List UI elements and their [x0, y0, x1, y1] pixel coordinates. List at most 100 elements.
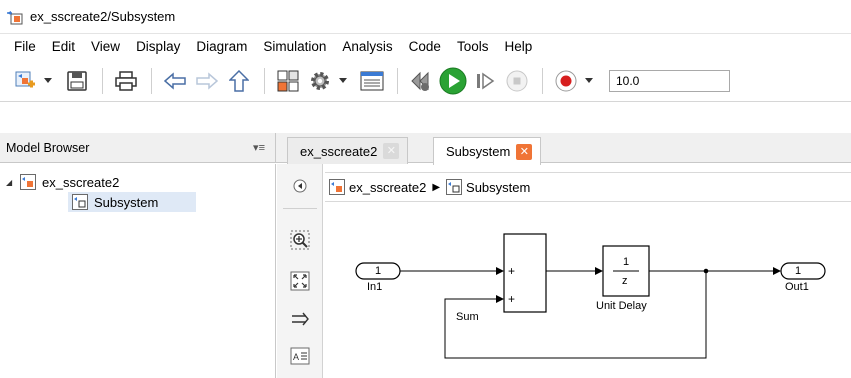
- annotation-button[interactable]: A: [288, 344, 312, 368]
- arrow-left-icon: [164, 71, 186, 90]
- expanded-triangle-icon[interactable]: ◢: [6, 178, 20, 187]
- breadcrumb-root-label: ex_sscreate2: [349, 179, 427, 195]
- hide-browser-button[interactable]: [288, 174, 312, 198]
- arrow-up-icon: [229, 69, 249, 92]
- subsystem-icon: [72, 194, 88, 210]
- route-lines-button[interactable]: [288, 307, 312, 331]
- inport-name: In1: [367, 281, 383, 293]
- menu-help[interactable]: Help: [496, 34, 540, 60]
- tree-item-ex-sscreate2[interactable]: ◢ ex_sscreate2: [6, 172, 119, 192]
- step-forward-button[interactable]: [470, 66, 500, 96]
- window-title: ex_sscreate2/Subsystem: [30, 9, 176, 24]
- model-explorer-icon: [360, 71, 384, 90]
- printer-icon: [115, 70, 137, 91]
- tab-subsystem[interactable]: Subsystem ✕: [433, 137, 542, 165]
- back-button[interactable]: [160, 66, 190, 96]
- toolbar-separator: [397, 67, 398, 94]
- run-button[interactable]: [438, 66, 468, 96]
- menu-diagram[interactable]: Diagram: [188, 34, 255, 60]
- menu-analysis[interactable]: Analysis: [334, 34, 400, 60]
- toolbar: [0, 60, 851, 102]
- outport-name: Out1: [785, 281, 809, 293]
- collapse-left-icon: [293, 179, 307, 193]
- record-button[interactable]: [551, 66, 581, 96]
- subsystem-icon: [446, 179, 463, 195]
- delay-numerator: 1: [623, 256, 630, 268]
- up-button[interactable]: [224, 66, 254, 96]
- model-settings-button[interactable]: [305, 66, 335, 96]
- library-browser-button[interactable]: [273, 66, 303, 96]
- close-icon[interactable]: ✕: [516, 143, 533, 160]
- breadcrumb: ex_sscreate2 ▶ Subsystem: [325, 172, 851, 202]
- toolbar-separator: [264, 67, 265, 94]
- save-button[interactable]: [62, 66, 92, 96]
- inport-number: 1: [375, 265, 382, 277]
- outport-block[interactable]: [780, 262, 826, 280]
- annotation-icon: A: [290, 347, 310, 365]
- sum-name: Sum: [456, 311, 479, 323]
- settings-dropdown-arrow[interactable]: [337, 66, 349, 96]
- stop-button[interactable]: [502, 66, 532, 96]
- stop-time-field[interactable]: [609, 69, 730, 92]
- palette-toolbar: A: [277, 164, 323, 378]
- new-dropdown-arrow[interactable]: [42, 66, 54, 96]
- print-button[interactable]: [111, 66, 141, 96]
- stop-icon: [506, 70, 528, 91]
- record-dropdown-arrow[interactable]: [583, 66, 595, 96]
- chevron-down-icon: [339, 78, 347, 83]
- title-bar: ex_sscreate2/Subsystem: [0, 0, 851, 34]
- tab-label: ex_sscreate2: [300, 143, 378, 159]
- close-icon[interactable]: ✕: [383, 143, 400, 159]
- menu-view[interactable]: View: [83, 34, 128, 60]
- model-browser-tree: ◢ ex_sscreate2 Subsystem: [0, 164, 276, 378]
- new-model-button[interactable]: [10, 66, 40, 96]
- library-browser-icon: [277, 70, 299, 91]
- menu-tools[interactable]: Tools: [449, 34, 497, 60]
- chevron-down-icon: [44, 78, 52, 83]
- zoom-button[interactable]: [288, 228, 312, 252]
- tab-row: Model Browser ▾≡ ex_sscreate2 ✕ Subsyste…: [0, 133, 851, 165]
- model-icon: [329, 179, 345, 195]
- tree-item-label: Subsystem: [94, 194, 159, 210]
- forward-button[interactable]: [192, 66, 222, 96]
- breadcrumb-separator: ▶: [432, 181, 441, 193]
- menu-file[interactable]: File: [6, 34, 44, 60]
- menu-code[interactable]: Code: [401, 34, 449, 60]
- step-back-button[interactable]: [406, 66, 436, 96]
- play-icon: [439, 67, 467, 94]
- menu-simulation[interactable]: Simulation: [255, 34, 334, 60]
- save-icon: [67, 70, 87, 91]
- arrow-right-icon: [196, 71, 218, 90]
- delay-denominator: z: [622, 275, 628, 287]
- model-explorer-button[interactable]: [357, 66, 387, 96]
- palette-divider: [283, 208, 317, 209]
- tree-item-subsystem[interactable]: Subsystem: [68, 192, 196, 212]
- tree-item-label: ex_sscreate2: [42, 174, 120, 190]
- simulink-model-icon: [6, 8, 24, 26]
- breadcrumb-current-label: Subsystem: [466, 179, 531, 195]
- tab-label: Subsystem: [446, 144, 511, 159]
- model-icon: [20, 174, 36, 190]
- tab-ex-sscreate2[interactable]: ex_sscreate2 ✕: [287, 137, 409, 164]
- toolbar-separator: [102, 67, 103, 94]
- menu-edit[interactable]: Edit: [44, 34, 83, 60]
- fit-to-view-button[interactable]: [288, 269, 312, 293]
- breadcrumb-root[interactable]: ex_sscreate2: [329, 179, 426, 195]
- model-browser-menu-icon[interactable]: ▾≡: [253, 141, 265, 154]
- svg-text:A: A: [293, 352, 299, 362]
- gear-icon: [311, 71, 329, 90]
- diagram-canvas[interactable]: 1 In1 + + Sum 1 z Unit Delay 1 Out1: [325, 203, 851, 378]
- breadcrumb-current[interactable]: Subsystem: [446, 179, 530, 195]
- toolbar-separator: [542, 67, 543, 94]
- menu-bar: File Edit View Display Diagram Simulatio…: [0, 34, 851, 60]
- chevron-down-icon: [585, 78, 593, 83]
- model-browser-header: Model Browser ▾≡: [0, 133, 276, 163]
- model-browser-title: Model Browser: [6, 141, 90, 155]
- step-forward-icon: [477, 72, 495, 89]
- sum-sign: +: [508, 292, 516, 306]
- feedback-line[interactable]: [444, 271, 707, 359]
- toolbar-separator: [151, 67, 152, 94]
- menu-display[interactable]: Display: [128, 34, 188, 60]
- sum-sign: +: [508, 264, 516, 278]
- diagram-svg: [355, 233, 826, 359]
